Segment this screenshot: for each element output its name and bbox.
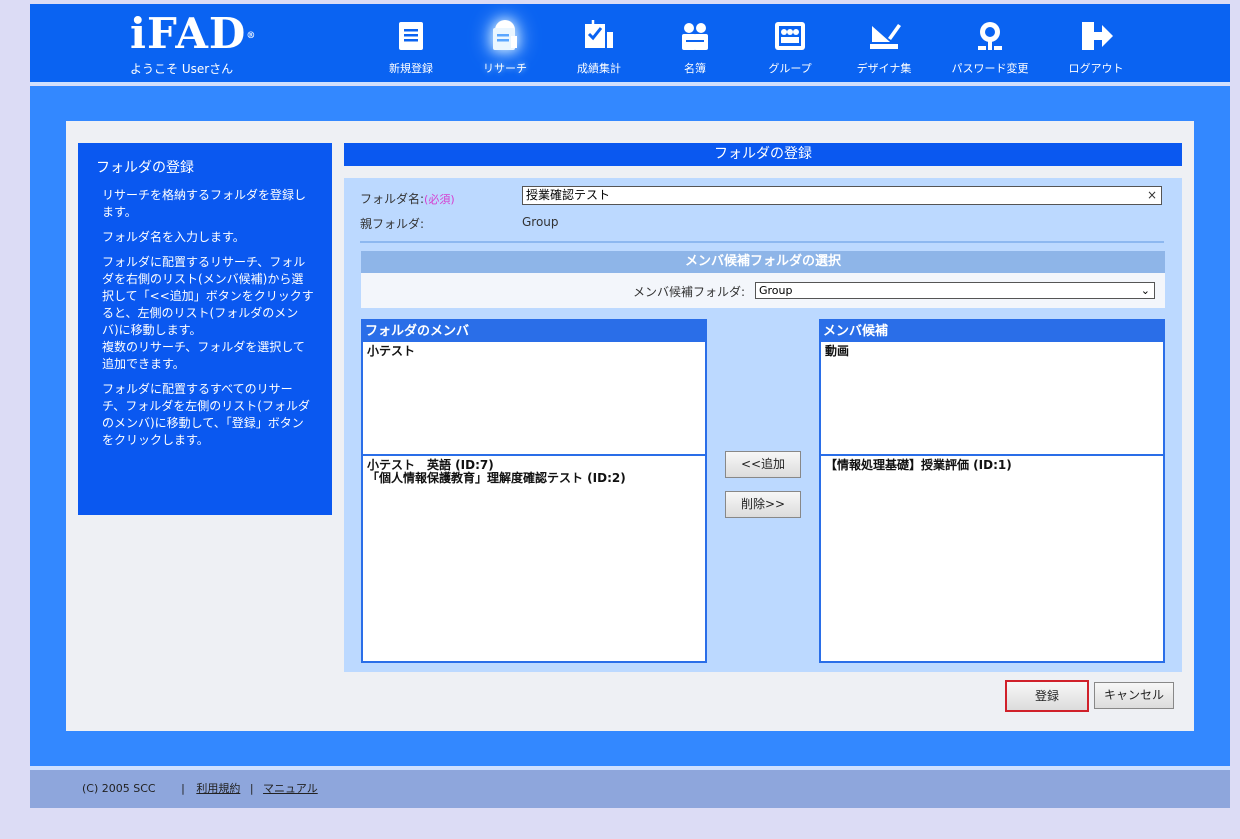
password-key-icon bbox=[978, 22, 1002, 50]
nav-roster[interactable]: 名簿 bbox=[648, 18, 742, 80]
nav-designer[interactable]: デザイナ集 bbox=[837, 18, 931, 80]
help-paragraph: フォルダに配置するすべてのリサーチ、フォルダを左側のリスト(フォルダのメンバ)に… bbox=[102, 382, 310, 447]
members-list-header: フォルダのメンバ bbox=[363, 321, 705, 342]
cancel-button[interactable]: キャンセル bbox=[1094, 682, 1174, 709]
list-item[interactable]: 小テスト bbox=[367, 345, 701, 358]
form-box: フォルダ名:(必須) 授業確認テスト × 親フォルダ: Group メンバ候補フ… bbox=[344, 178, 1182, 672]
terms-link[interactable]: 利用規約 bbox=[196, 782, 240, 795]
candidate-folder-pane[interactable]: 動画 bbox=[821, 342, 1163, 453]
list-item[interactable]: 「個人情報保護教育」理解度確認テスト (ID:2) bbox=[367, 472, 701, 485]
parent-folder-value: Group bbox=[522, 215, 559, 229]
nav-group[interactable]: グループ bbox=[743, 18, 837, 80]
main-area: フォルダの登録 リサーチを格納するフォルダを登録します。 フォルダ名を入力します… bbox=[30, 86, 1230, 766]
help-panel: フォルダの登録 リサーチを格納するフォルダを登録します。 フォルダ名を入力します… bbox=[78, 143, 332, 515]
header-divider bbox=[30, 82, 1230, 85]
form-title: フォルダの登録 bbox=[344, 143, 1182, 166]
logout-icon bbox=[1082, 22, 1113, 50]
research-icon bbox=[493, 20, 517, 50]
new-document-icon bbox=[399, 22, 423, 50]
help-paragraph: フォルダに配置するリサーチ、フォルダを右側のリスト(メンバ候補)から選択して「<… bbox=[102, 255, 314, 371]
candidate-folder-select[interactable]: Group ⌄ bbox=[755, 282, 1155, 299]
footer-separator: | bbox=[181, 782, 185, 795]
footer: (C) 2005 SCC | 利用規約 | マニュアル bbox=[30, 770, 1230, 808]
content-panel: フォルダの登録 リサーチを格納するフォルダを登録します。 フォルダ名を入力します… bbox=[66, 121, 1194, 731]
candidate-folder-row: メンバ候補フォルダ: Group ⌄ bbox=[361, 273, 1165, 308]
help-paragraph: リサーチを格納するフォルダを登録します。 bbox=[102, 188, 307, 219]
help-paragraph: フォルダ名を入力します。 bbox=[102, 230, 245, 244]
manual-link[interactable]: マニュアル bbox=[263, 782, 318, 795]
add-button[interactable]: <<追加 bbox=[725, 451, 801, 478]
parent-folder-label: 親フォルダ: bbox=[360, 217, 425, 231]
nav-password-change[interactable]: パスワード変更 bbox=[943, 18, 1037, 80]
clear-input-icon[interactable]: × bbox=[1147, 187, 1157, 204]
folder-members-list: フォルダのメンバ 小テスト 小テスト 英語 (ID:7) 「個人情報保護教育」理… bbox=[361, 319, 707, 663]
candidate-list-header: メンバ候補 bbox=[821, 321, 1163, 342]
nav-logout[interactable]: ログアウト bbox=[1049, 18, 1143, 80]
candidate-item-pane[interactable]: 【情報処理基礎】授業評価 (ID:1) bbox=[821, 456, 1163, 661]
help-title: フォルダの登録 bbox=[96, 160, 194, 176]
app-header: iFAD® ようこそ Userさん 新規登録 リサーチ 成績集計 名簿 グループ… bbox=[30, 4, 1230, 82]
score-tally-icon bbox=[585, 20, 613, 48]
folder-name-label: フォルダ名:(必須) bbox=[360, 192, 455, 206]
roster-icon bbox=[682, 23, 708, 50]
candidate-section-title: メンバ候補フォルダの選択 bbox=[361, 251, 1165, 273]
candidate-list: メンバ候補 動画 【情報処理基礎】授業評価 (ID:1) bbox=[819, 319, 1165, 663]
nav-research[interactable]: リサーチ bbox=[458, 18, 552, 80]
welcome-text: ようこそ Userさん bbox=[130, 62, 234, 76]
form-divider bbox=[360, 241, 1164, 243]
members-item-pane[interactable]: 小テスト 英語 (ID:7) 「個人情報保護教育」理解度確認テスト (ID:2) bbox=[363, 456, 705, 661]
members-folder-pane[interactable]: 小テスト bbox=[363, 342, 705, 453]
footer-separator: | bbox=[249, 782, 254, 795]
nav-score-tally[interactable]: 成績集計 bbox=[552, 18, 646, 80]
copyright: (C) 2005 SCC bbox=[82, 782, 156, 795]
remove-button[interactable]: 削除>> bbox=[725, 491, 801, 518]
list-item[interactable]: 【情報処理基礎】授業評価 (ID:1) bbox=[825, 459, 1159, 472]
candidate-folder-label: メンバ候補フォルダ: bbox=[632, 285, 745, 299]
group-icon bbox=[775, 22, 805, 50]
designer-icon bbox=[870, 24, 901, 49]
required-mark: (必須) bbox=[424, 193, 455, 206]
folder-name-input[interactable]: 授業確認テスト × bbox=[522, 186, 1162, 205]
chevron-down-icon: ⌄ bbox=[1140, 284, 1150, 297]
app-logo[interactable]: iFAD® bbox=[130, 10, 256, 58]
nav-new-registration[interactable]: 新規登録 bbox=[364, 18, 458, 80]
list-item[interactable]: 動画 bbox=[825, 345, 1159, 358]
register-button[interactable]: 登録 bbox=[1005, 680, 1089, 712]
